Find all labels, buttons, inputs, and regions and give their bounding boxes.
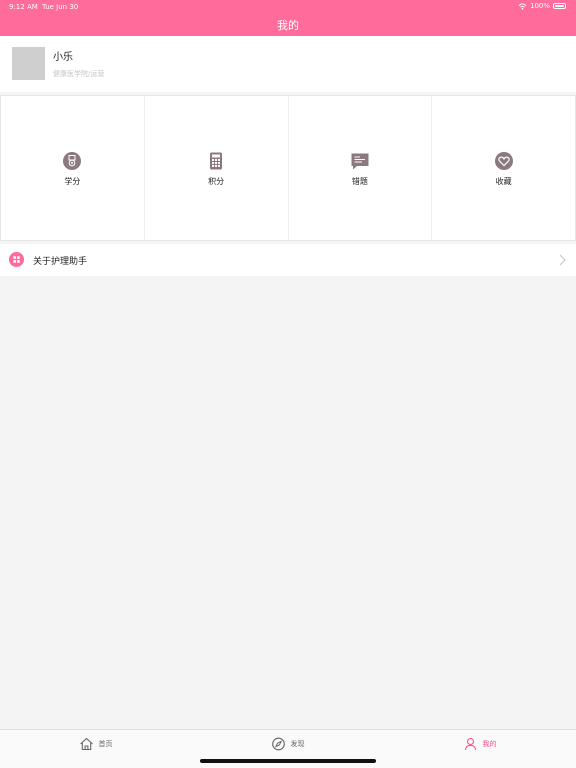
feature-grid: 学分 积分 错题 收藏 bbox=[0, 95, 576, 241]
profile-name: 小乐 bbox=[53, 52, 73, 63]
grid-item-label: 积分 bbox=[208, 177, 225, 186]
nav-bar: 我的 bbox=[0, 13, 576, 36]
home-icon bbox=[80, 737, 93, 751]
calculator-icon bbox=[210, 152, 223, 170]
compass-icon bbox=[272, 737, 285, 751]
person-icon bbox=[464, 737, 477, 751]
status-date: Tue Jun 30 bbox=[42, 3, 79, 11]
grid-item-label: 收藏 bbox=[495, 177, 512, 186]
status-time: 9:12 AM bbox=[9, 3, 38, 11]
status-right: 100% bbox=[518, 2, 566, 10]
status-bar: 9:12 AM Tue Jun 30 100% bbox=[0, 0, 576, 13]
page-title: 我的 bbox=[277, 19, 299, 32]
wifi-icon bbox=[518, 2, 527, 10]
medal-icon bbox=[63, 152, 82, 170]
grid-item-favorites[interactable]: 收藏 bbox=[432, 96, 575, 240]
grid-item-credits[interactable]: 学分 bbox=[1, 96, 145, 240]
avatar[interactable] bbox=[12, 47, 45, 80]
heart-icon bbox=[494, 152, 513, 170]
tab-label: 我的 bbox=[482, 740, 497, 748]
home-indicator[interactable] bbox=[200, 759, 376, 763]
grid-item-points[interactable]: 积分 bbox=[145, 96, 289, 240]
tab-me[interactable]: 我的 bbox=[384, 730, 576, 768]
grid-item-label: 错题 bbox=[351, 177, 368, 186]
profile-card[interactable]: 小乐 健康医学院/运营 bbox=[0, 36, 576, 92]
grid-icon bbox=[9, 252, 24, 267]
battery-percent: 100% bbox=[529, 2, 550, 10]
menu-item-label: 关于护理助手 bbox=[33, 257, 88, 267]
battery-icon bbox=[553, 3, 566, 9]
tab-label: 发现 bbox=[290, 740, 305, 748]
chevron-right-icon bbox=[559, 254, 566, 266]
notes-icon bbox=[351, 153, 369, 170]
menu-item-about[interactable]: 关于护理助手 bbox=[0, 244, 576, 276]
tab-label: 首页 bbox=[98, 740, 113, 748]
profile-subtitle: 健康医学院/运营 bbox=[53, 70, 105, 78]
tab-home[interactable]: 首页 bbox=[0, 730, 192, 768]
grid-item-label: 学分 bbox=[64, 177, 81, 186]
grid-item-mistakes[interactable]: 错题 bbox=[289, 96, 433, 240]
